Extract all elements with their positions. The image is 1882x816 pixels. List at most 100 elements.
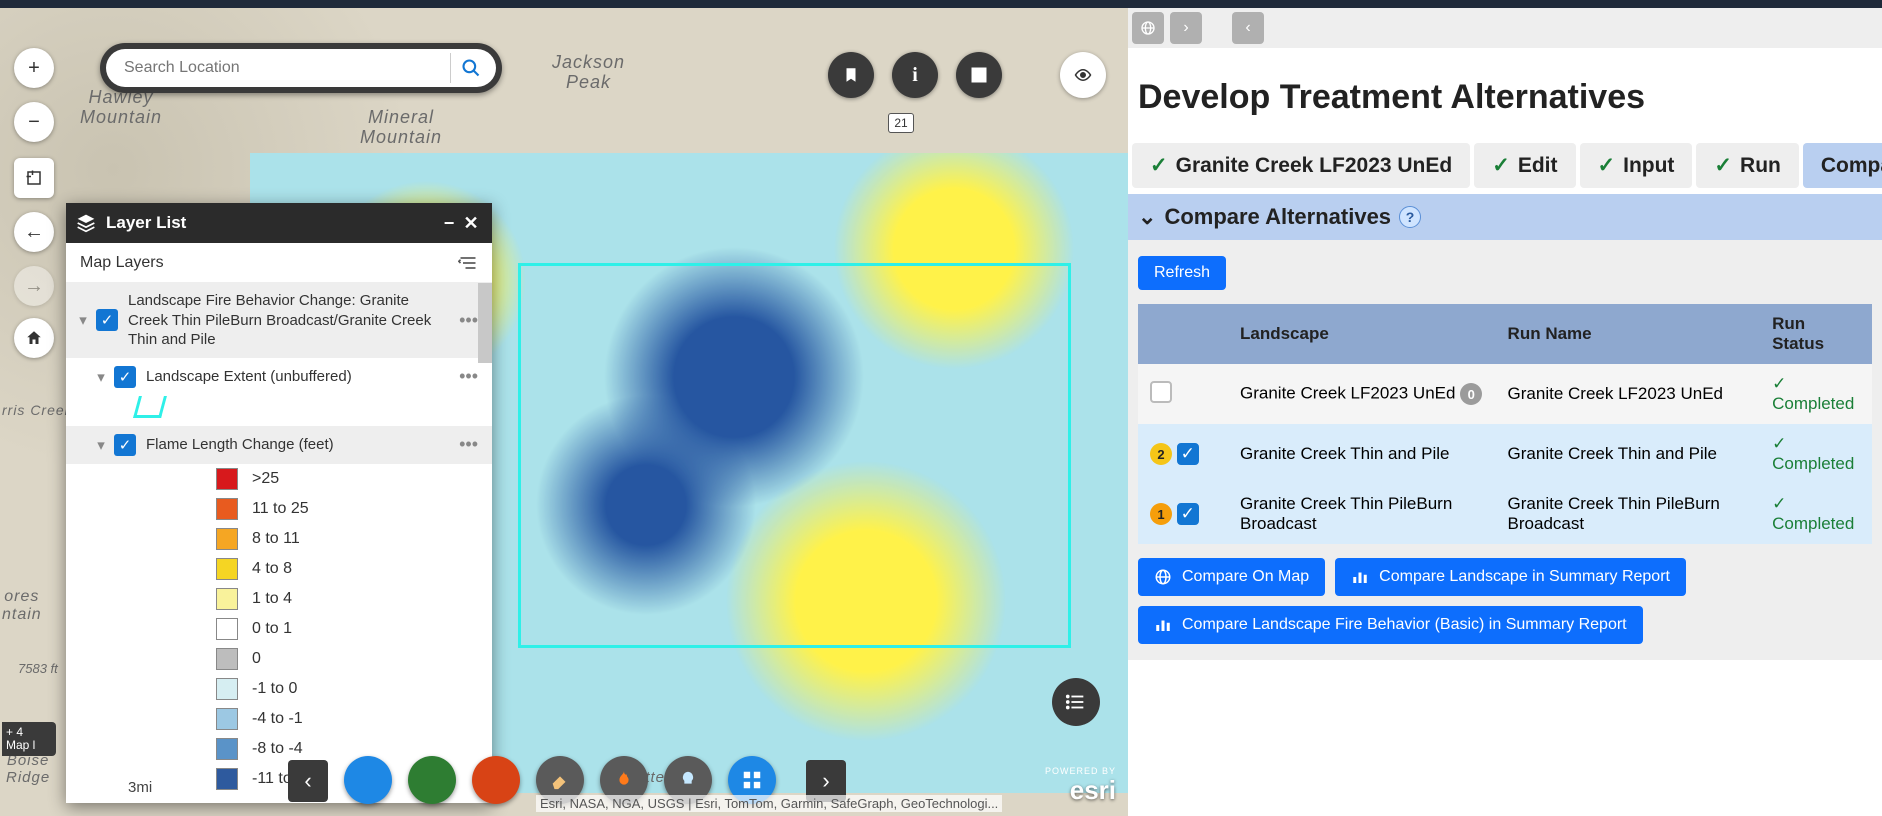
extent-legend-swatch [133, 396, 167, 418]
legend-swatch [216, 588, 238, 610]
row-status: ✓Completed [1760, 424, 1872, 484]
search-button[interactable] [450, 53, 490, 83]
list-icon [1065, 691, 1087, 713]
legend-label: 11 to 25 [252, 500, 309, 518]
panel-globe-button[interactable] [1132, 12, 1164, 44]
zoom-out-button[interactable]: − [14, 102, 54, 142]
search-input[interactable] [124, 59, 450, 77]
layer-row-extent[interactable]: ▾ ✓ Landscape Extent (unbuffered) ••• [66, 358, 492, 396]
lightbulb-icon [677, 769, 699, 791]
basemap-toggle[interactable]: + 4 Map l [2, 722, 56, 756]
minimize-panel-button[interactable]: − [438, 213, 460, 234]
tool-circle-2[interactable] [408, 756, 456, 804]
legend-label: -4 to -1 [252, 710, 303, 728]
compare-landscape-summary-button[interactable]: Compare Landscape in Summary Report [1335, 558, 1686, 596]
forward-button[interactable]: → [14, 266, 54, 306]
layer-list-header[interactable]: Layer List − ✕ [66, 203, 492, 243]
expand-caret[interactable]: ▾ [92, 368, 110, 386]
expand-caret[interactable]: ▾ [74, 311, 92, 329]
attribute-table-button[interactable] [956, 52, 1002, 98]
layer-row-flame-length[interactable]: ▾ ✓ Flame Length Change (feet) ••• [66, 426, 492, 464]
legend-row: 8 to 11 [66, 524, 492, 554]
row-badge: 2 [1150, 443, 1172, 465]
prev-tools-button[interactable]: ‹ [288, 760, 328, 802]
layer-menu-button[interactable]: ••• [453, 366, 484, 387]
back-button[interactable]: ← [14, 212, 54, 252]
legend-swatch [216, 648, 238, 670]
check-icon: ✓ [1150, 153, 1168, 178]
row-checkbox[interactable]: ✓ [1177, 443, 1199, 465]
layer-row-fire-behavior[interactable]: ▾ ✓ Landscape Fire Behavior Change: Gran… [66, 283, 492, 358]
col-landscape: Landscape [1228, 304, 1496, 364]
bookmark-button[interactable] [828, 52, 874, 98]
zoom-in-button[interactable]: + [14, 48, 54, 88]
legend-swatch [216, 498, 238, 520]
refresh-button[interactable]: Refresh [1138, 256, 1226, 290]
legend-label: 0 to 1 [252, 620, 292, 638]
wizard-step[interactable]: Compare [1803, 143, 1882, 188]
visibility-button[interactable] [1060, 52, 1106, 98]
col-run-status: Run Status [1760, 304, 1872, 364]
check-icon: ✓ [1714, 153, 1732, 178]
legend-swatch [216, 678, 238, 700]
map-canvas[interactable]: Hawley Mountain Mineral Mountain Jackson… [0, 8, 1128, 816]
panel-expand-button[interactable]: › [1170, 12, 1202, 44]
layer-checkbox[interactable]: ✓ [114, 366, 136, 388]
row-run-name: Granite Creek LF2023 UnEd [1496, 364, 1761, 424]
step-label: Input [1623, 154, 1674, 178]
row-checkbox[interactable] [1150, 381, 1172, 403]
step-label: Run [1740, 154, 1781, 178]
search-icon [461, 58, 481, 78]
legend-row: 0 to 1 [66, 614, 492, 644]
grid-icon [741, 769, 763, 791]
legend-swatch [216, 738, 238, 760]
table-row[interactable]: 2 ✓Granite Creek Thin and PileGranite Cr… [1138, 424, 1872, 484]
wizard-step[interactable]: ✓ Run [1696, 143, 1798, 188]
table-row[interactable]: Granite Creek LF2023 UnEd 0Granite Creek… [1138, 364, 1872, 424]
legend-row: -1 to 0 [66, 674, 492, 704]
layer-checkbox[interactable]: ✓ [96, 309, 118, 331]
expand-caret[interactable]: ▾ [92, 436, 110, 454]
highway-shield: 21 [888, 113, 914, 133]
legend-swatch [216, 558, 238, 580]
page-title: Develop Treatment Alternatives [1128, 48, 1882, 143]
map-label-ores: ores ntain [2, 588, 42, 623]
wizard-step[interactable]: ✓Input [1580, 143, 1693, 188]
extent-tool-button[interactable] [14, 158, 54, 198]
help-button[interactable]: ? [1399, 206, 1421, 228]
row-checkbox[interactable]: ✓ [1177, 503, 1199, 525]
legend-label: -1 to 0 [252, 680, 297, 698]
tool-circle-3[interactable] [472, 756, 520, 804]
wizard-step[interactable]: ✓Edit [1474, 143, 1575, 188]
map-label-hawley: Hawley Mountain [80, 88, 162, 128]
identify-button[interactable]: i [892, 52, 938, 98]
compare-on-map-button[interactable]: Compare On Map [1138, 558, 1325, 596]
row-run-name: Granite Creek Thin and Pile [1496, 424, 1761, 484]
layer-menu-button[interactable]: ••• [453, 434, 484, 455]
row-landscape: Granite Creek Thin PileBurn Broadcast [1240, 494, 1452, 533]
home-extent-button[interactable] [14, 318, 54, 358]
layer-name: Landscape Fire Behavior Change: Granite … [128, 291, 453, 350]
panel-collapse-button[interactable]: ‹ [1232, 12, 1264, 44]
section-header[interactable]: ⌄ Compare Alternatives ? [1128, 194, 1882, 240]
wizard-step[interactable]: ✓Granite Creek LF2023 UnEd [1132, 143, 1470, 188]
extent-icon [25, 169, 43, 187]
layer-checkbox[interactable]: ✓ [114, 434, 136, 456]
layer-options-icon[interactable] [458, 253, 478, 273]
legend-row: >25 [66, 464, 492, 494]
table-row[interactable]: 1 ✓ Granite Creek Thin PileBurn Broadcast… [1138, 484, 1872, 544]
scrollbar-thumb[interactable] [478, 283, 492, 363]
legend-label: >25 [252, 470, 279, 488]
close-panel-button[interactable]: ✕ [460, 213, 482, 234]
row-badge: 1 [1150, 503, 1172, 525]
legend-toggle-button[interactable] [1052, 678, 1100, 726]
col-run-name: Run Name [1496, 304, 1761, 364]
layer-list-subtitle: Map Layers [80, 254, 164, 272]
legend-swatch [216, 528, 238, 550]
compare-fire-behavior-summary-button[interactable]: Compare Landscape Fire Behavior (Basic) … [1138, 606, 1643, 644]
legend-label: 1 to 4 [252, 590, 292, 608]
map-label-jackson: Jackson Peak [552, 53, 625, 93]
tool-circle-1[interactable] [344, 756, 392, 804]
legend-swatch [216, 768, 238, 790]
map-label-harris: rris Creek [2, 403, 73, 419]
